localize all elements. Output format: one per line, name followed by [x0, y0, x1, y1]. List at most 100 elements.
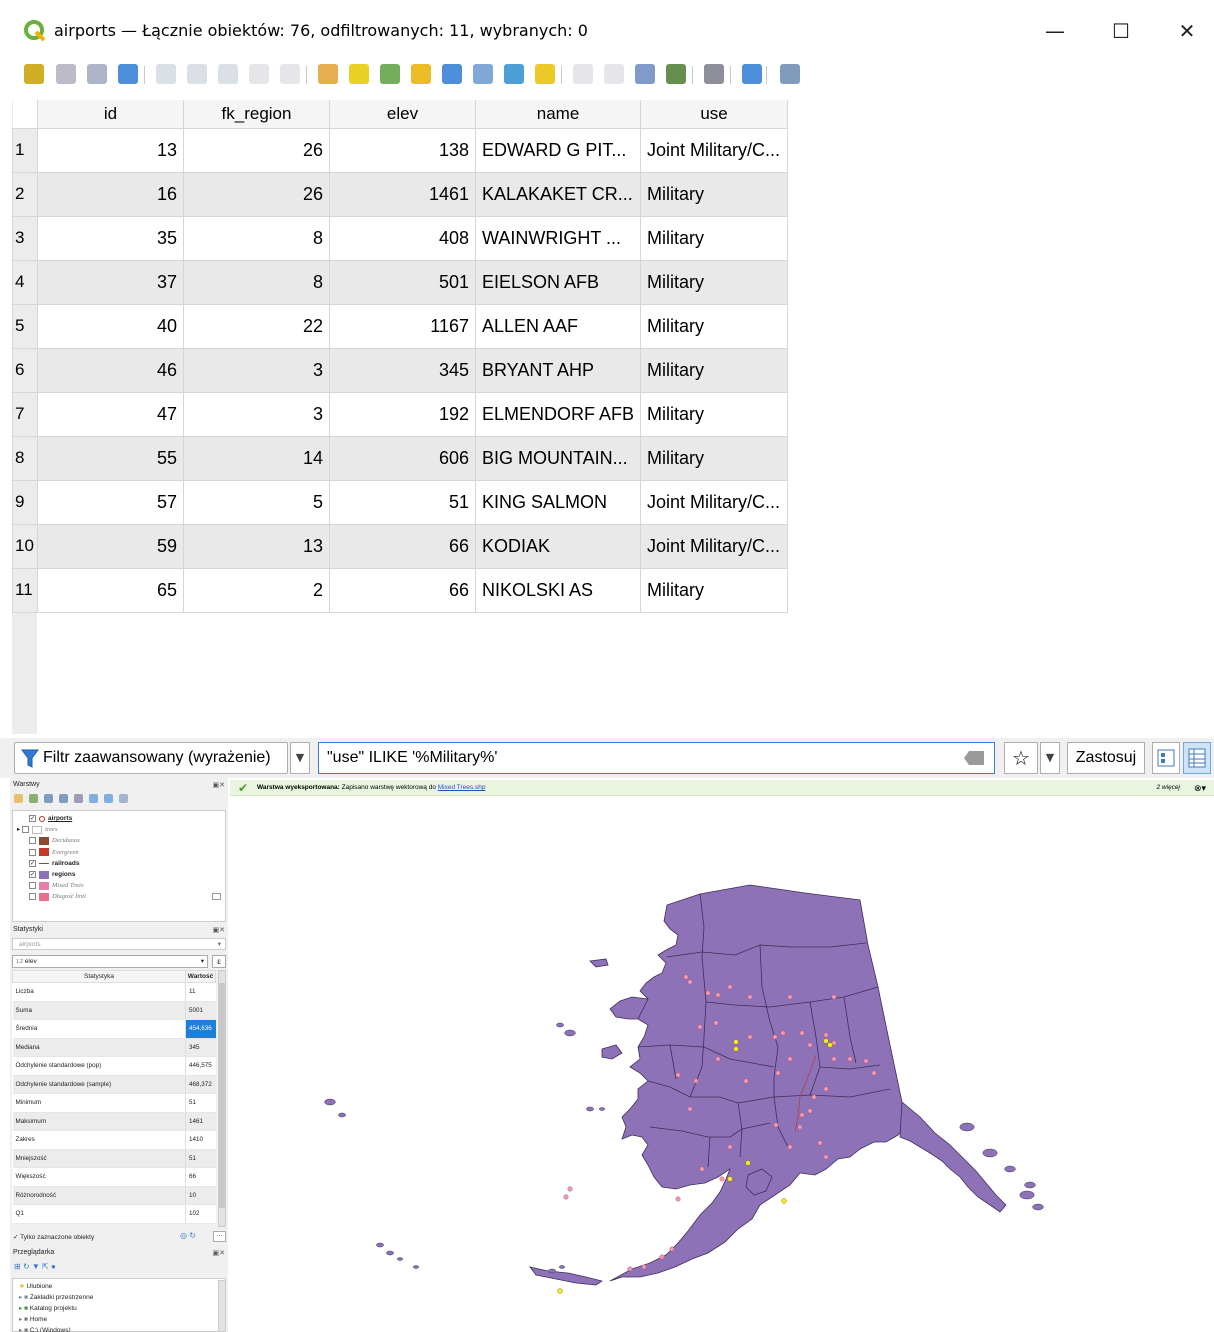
stats-more-button[interactable]: …	[213, 1231, 226, 1242]
stats-row[interactable]: Większość 66	[12, 1167, 216, 1187]
deselect-icon[interactable]	[411, 64, 431, 84]
layer-item[interactable]: Mixed Trees	[29, 880, 84, 891]
airport-point[interactable]	[831, 1056, 837, 1062]
expression-filter-icon[interactable]	[74, 794, 83, 803]
filter-mode-dropdown-button[interactable]: ▼	[290, 742, 310, 774]
select-all-icon[interactable]	[349, 64, 369, 84]
cell-name[interactable]: WAINWRIGHT ...	[474, 215, 642, 261]
airport-point[interactable]	[823, 1086, 829, 1092]
table-row[interactable]: 5 40 22 1167 ALLEN AAF Military	[12, 303, 789, 349]
airport-point[interactable]	[787, 1144, 793, 1150]
cell-use[interactable]: Military	[640, 215, 789, 261]
stats-row[interactable]: Mniejszość 51	[12, 1149, 216, 1168]
expand-all-icon[interactable]	[89, 794, 98, 803]
table-row[interactable]: 9 57 5 51 KING SALMON Joint Military/C...	[12, 479, 789, 525]
airport-point[interactable]	[787, 1056, 793, 1062]
table-row[interactable]: 3 35 8 408 WAINWRIGHT ... Military	[12, 215, 789, 261]
remove-layer-icon[interactable]	[119, 794, 128, 803]
airport-point[interactable]	[713, 1020, 719, 1026]
cell-id[interactable]: 40	[37, 303, 184, 349]
table-row[interactable]: 10 59 13 66 KODIAK Joint Military/C...	[12, 523, 789, 569]
multi-edit-icon[interactable]	[56, 64, 76, 84]
message-close-icon[interactable]: ⊗▾	[1194, 780, 1206, 796]
cell-elev[interactable]: 66	[329, 567, 476, 613]
stats-value[interactable]: 10	[185, 1186, 216, 1205]
airport-point[interactable]	[669, 1246, 675, 1252]
add-feature-icon[interactable]	[156, 64, 176, 84]
airport-point[interactable]	[675, 1196, 681, 1202]
message-link[interactable]: Mixed Trees.shp	[438, 784, 486, 791]
cell-id[interactable]: 37	[37, 259, 184, 305]
stats-row[interactable]: Zakres 1410	[12, 1130, 216, 1150]
layer-checkbox[interactable]: ✓	[29, 859, 36, 867]
table-row[interactable]: 4 37 8 501 EIELSON AFB Military	[12, 259, 789, 305]
filtered-airport-point[interactable]	[733, 1046, 739, 1052]
airport-point[interactable]	[719, 1176, 725, 1182]
cell-name[interactable]: KODIAK	[474, 523, 642, 569]
cell-elev[interactable]: 66	[329, 523, 476, 569]
airport-point[interactable]	[697, 1024, 703, 1030]
style-icon[interactable]	[14, 794, 23, 803]
layer-checkbox[interactable]	[22, 826, 30, 834]
apply-filter-button[interactable]: Zastosuj	[1067, 742, 1145, 774]
filter-selected-icon[interactable]	[442, 64, 462, 84]
airport-point[interactable]	[743, 1078, 749, 1084]
airport-point[interactable]	[627, 1266, 633, 1272]
layer-checkbox[interactable]	[29, 893, 36, 901]
airport-point[interactable]	[799, 1112, 805, 1118]
cell-name[interactable]: NIKOLSKI AS	[474, 567, 642, 613]
cell-elev[interactable]: 51	[329, 479, 476, 525]
filter-browser-icon[interactable]: ▼	[32, 1262, 40, 1271]
cut-icon[interactable]	[218, 64, 238, 84]
column-header-use[interactable]: use	[640, 100, 789, 129]
corner-header[interactable]	[12, 100, 38, 129]
airport-point[interactable]	[659, 1254, 665, 1260]
layer-checkbox[interactable]: ✓	[29, 815, 36, 822]
toggle-editing-icon[interactable]	[24, 64, 44, 84]
stats-value[interactable]: 51	[185, 1093, 216, 1113]
cell-elev[interactable]: 192	[329, 391, 476, 437]
stats-value[interactable]: 454,636	[185, 1019, 216, 1039]
cell-fk-region[interactable]: 8	[183, 215, 330, 261]
airport-point[interactable]	[683, 974, 689, 980]
stats-row[interactable]: Maksimum 1461	[12, 1112, 216, 1131]
pan-to-selected-icon[interactable]	[504, 64, 524, 84]
minimize-button[interactable]: —	[1040, 18, 1070, 44]
airport-point[interactable]	[675, 1072, 681, 1078]
airport-point[interactable]	[775, 1070, 781, 1076]
stats-panel-close-icon[interactable]: ▣✕	[213, 926, 225, 934]
stats-value[interactable]: 51	[185, 1149, 216, 1168]
row-number[interactable]: 2	[12, 171, 38, 217]
row-number[interactable]: 7	[12, 391, 38, 437]
airport-point[interactable]	[727, 1144, 733, 1150]
add-group-icon[interactable]	[29, 794, 38, 803]
column-header-id[interactable]: id	[37, 100, 184, 129]
organize-columns-icon[interactable]	[780, 64, 800, 84]
stats-row[interactable]: Minimum 51	[12, 1093, 216, 1113]
column-header-elev[interactable]: elev	[329, 100, 476, 129]
conditional-formatting-icon[interactable]	[666, 64, 686, 84]
cell-elev[interactable]: 408	[329, 215, 476, 261]
browser-panel-close-icon[interactable]: ▣✕	[213, 1249, 225, 1257]
stats-row[interactable]: Odchylenie standardowe (sample) 468,372	[12, 1075, 216, 1094]
airport-point[interactable]	[747, 1034, 753, 1040]
row-number[interactable]: 3	[12, 215, 38, 261]
cell-name[interactable]: BRYANT AHP	[474, 347, 642, 393]
layer-visibility-icon[interactable]	[212, 893, 221, 900]
cell-name[interactable]: EDWARD G PIT...	[474, 127, 642, 173]
cell-id[interactable]: 57	[37, 479, 184, 525]
table-row[interactable]: 6 46 3 345 BRYANT AHP Military	[12, 347, 789, 393]
cell-name[interactable]: ALLEN AAF	[474, 303, 642, 349]
cell-elev[interactable]: 138	[329, 127, 476, 173]
cell-use[interactable]: Joint Military/C...	[640, 127, 789, 173]
table-row[interactable]: 11 65 2 66 NIKOLSKI AS Military	[12, 567, 789, 613]
cell-id[interactable]: 35	[37, 215, 184, 261]
stats-row[interactable]: Różnorodność 10	[12, 1186, 216, 1205]
cell-elev[interactable]: 606	[329, 435, 476, 481]
cell-fk-region[interactable]: 2	[183, 567, 330, 613]
layer-checkbox[interactable]	[29, 837, 36, 845]
stats-row[interactable]: Q1 102	[12, 1204, 216, 1224]
copy-icon[interactable]	[249, 64, 269, 84]
airport-point[interactable]	[823, 1154, 829, 1160]
stats-scrollbar-thumb[interactable]	[219, 983, 225, 1208]
